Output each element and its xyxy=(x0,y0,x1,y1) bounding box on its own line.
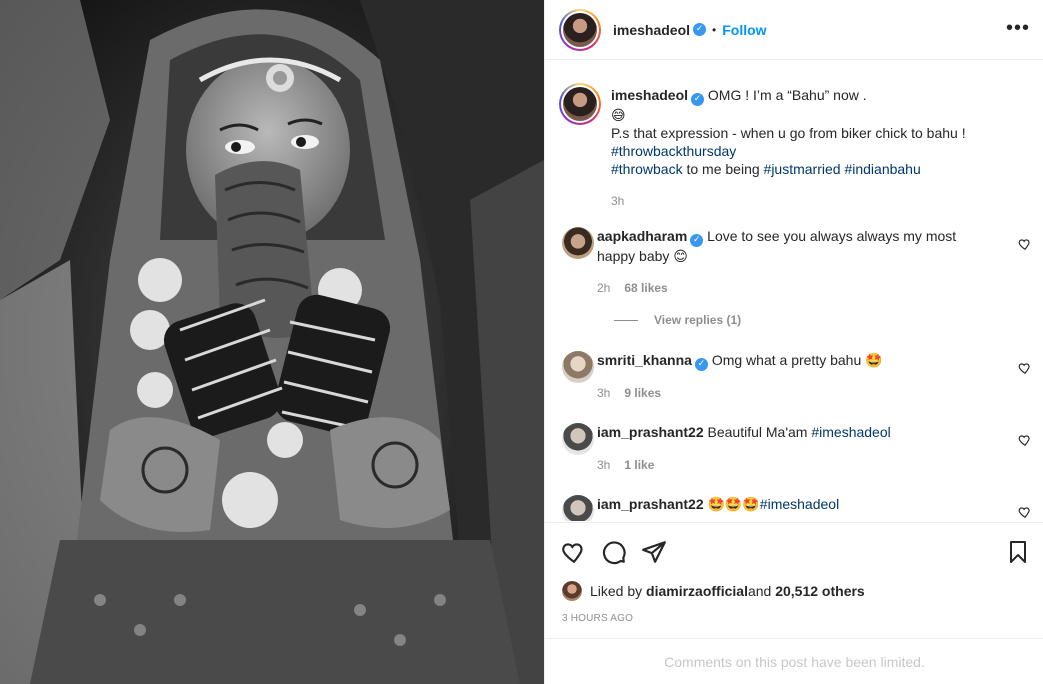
comment-meta: 2h 68 likes xyxy=(597,281,668,295)
view-replies-label: View replies (1) xyxy=(654,313,742,327)
hashtag-link[interactable]: #imeshadeol xyxy=(811,424,890,440)
comment-text: iam_prashant22 🤩🤩🤩#imeshadeol xyxy=(597,495,967,513)
comment-likes[interactable]: 9 likes xyxy=(624,386,661,400)
like-comment-heart-icon[interactable] xyxy=(1018,237,1032,251)
comment-time[interactable]: 3h xyxy=(597,458,610,472)
like-comment-heart-icon[interactable] xyxy=(1018,433,1032,447)
like-comment-heart-icon[interactable] xyxy=(1018,505,1032,519)
comment-meta: 3h 9 likes xyxy=(597,386,661,400)
action-icons xyxy=(561,539,667,565)
bride-photo-illustration xyxy=(0,0,544,684)
instagram-post: imeshadeol ✓ • Follow ••• imeshadeol ✓ OM… xyxy=(0,0,1043,684)
commenter-avatar[interactable] xyxy=(562,423,594,455)
post-sidebar: imeshadeol ✓ • Follow ••• imeshadeol ✓ OM… xyxy=(544,0,1043,684)
verified-badge-icon: ✓ xyxy=(694,358,708,371)
liked-by-prefix: Liked by xyxy=(590,583,643,599)
post-timestamp[interactable]: 3 HOURS AGO xyxy=(562,613,633,624)
comment-body: Omg what a pretty bahu 🤩 xyxy=(711,352,883,368)
author-avatar[interactable] xyxy=(559,8,601,51)
comments-limited-notice: Comments on this post have been limited. xyxy=(545,638,1043,684)
comment-text: iam_prashant22 Beautiful Ma'am #imeshade… xyxy=(597,423,967,441)
comments-list[interactable]: imeshadeol ✓ OMG ! I’m a “Bahu” now . 😅 P… xyxy=(545,61,1043,521)
caption-author-avatar[interactable] xyxy=(559,83,601,125)
liked-by-row: Liked by diamirzaofficial and 20,512 oth… xyxy=(562,581,865,601)
comment-time[interactable]: 2h xyxy=(597,281,610,295)
verified-badge-icon: ✓ xyxy=(690,234,704,247)
comment-text: smriti_khanna ✓ Omg what a pretty bahu 🤩 xyxy=(597,351,967,371)
caption-emoji: 😅 xyxy=(611,107,626,123)
author-username[interactable]: imeshadeol xyxy=(613,22,690,38)
bookmark-icon[interactable] xyxy=(1006,539,1030,565)
comment-likes[interactable]: 68 likes xyxy=(624,281,667,295)
caption-body: imeshadeol ✓ OMG ! I’m a “Bahu” now . 😅 P… xyxy=(611,86,1021,210)
hashtag-link[interactable]: #justmarried xyxy=(764,161,841,177)
commenter-avatar[interactable] xyxy=(562,351,594,383)
separator-dot: • xyxy=(712,22,717,37)
caption-mid-text: to me being xyxy=(682,161,764,177)
liker-avatar[interactable] xyxy=(562,581,582,601)
caption-line-1: OMG ! I’m a “Bahu” now . xyxy=(707,87,867,103)
comment-likes[interactable]: 1 like xyxy=(624,458,654,472)
follow-button[interactable]: Follow xyxy=(722,22,766,38)
commenter-username[interactable]: iam_prashant22 xyxy=(597,496,704,512)
commenter-username[interactable]: iam_prashant22 xyxy=(597,424,704,440)
hashtag-link[interactable]: #throwback xyxy=(611,161,683,177)
post-header: imeshadeol ✓ • Follow ••• xyxy=(545,0,1043,60)
comment-text: aapkadharam ✓ Love to see you always alwa… xyxy=(597,227,967,265)
likes-count-link[interactable]: 20,512 others xyxy=(775,583,865,599)
save-bookmark-button[interactable] xyxy=(1006,539,1030,565)
like-comment-heart-icon[interactable] xyxy=(1018,361,1032,375)
comment-bubble-icon[interactable] xyxy=(601,539,627,565)
more-options-icon[interactable]: ••• xyxy=(1006,18,1030,38)
hashtag-link[interactable]: #indianbahu xyxy=(844,161,920,177)
hashtag-link[interactable]: #imeshadeol xyxy=(760,496,839,512)
comment-time[interactable]: 3h xyxy=(597,386,610,400)
post-actions: Liked by diamirzaofficial and 20,512 oth… xyxy=(545,522,1043,638)
hashtag-link[interactable]: #throwbackthursday xyxy=(611,143,736,159)
verified-badge-icon: ✓ xyxy=(693,23,707,36)
liker-username[interactable]: diamirzaofficial xyxy=(646,583,748,599)
post-photo[interactable] xyxy=(0,0,544,684)
caption-line-3: P.s that expression - when u go from bik… xyxy=(611,125,966,141)
view-replies-line xyxy=(614,319,638,321)
comment-meta: 3h 1 like xyxy=(597,458,654,472)
liked-by-and: and xyxy=(747,583,772,599)
view-replies-button[interactable]: View replies (1) xyxy=(614,313,741,327)
commenter-username[interactable]: aapkadharam xyxy=(597,228,687,244)
share-paper-plane-icon[interactable] xyxy=(641,539,667,565)
like-heart-icon[interactable] xyxy=(561,539,587,565)
verified-badge-icon: ✓ xyxy=(691,93,705,106)
comment-body: 🤩🤩🤩 xyxy=(707,496,760,512)
commenter-username[interactable]: smriti_khanna xyxy=(597,352,692,368)
caption-username[interactable]: imeshadeol xyxy=(611,87,688,103)
caption-time[interactable]: 3h xyxy=(611,192,1021,210)
commenter-avatar[interactable] xyxy=(562,227,594,259)
comment-body: Beautiful Ma'am xyxy=(707,424,812,440)
commenter-avatar[interactable] xyxy=(562,495,594,521)
